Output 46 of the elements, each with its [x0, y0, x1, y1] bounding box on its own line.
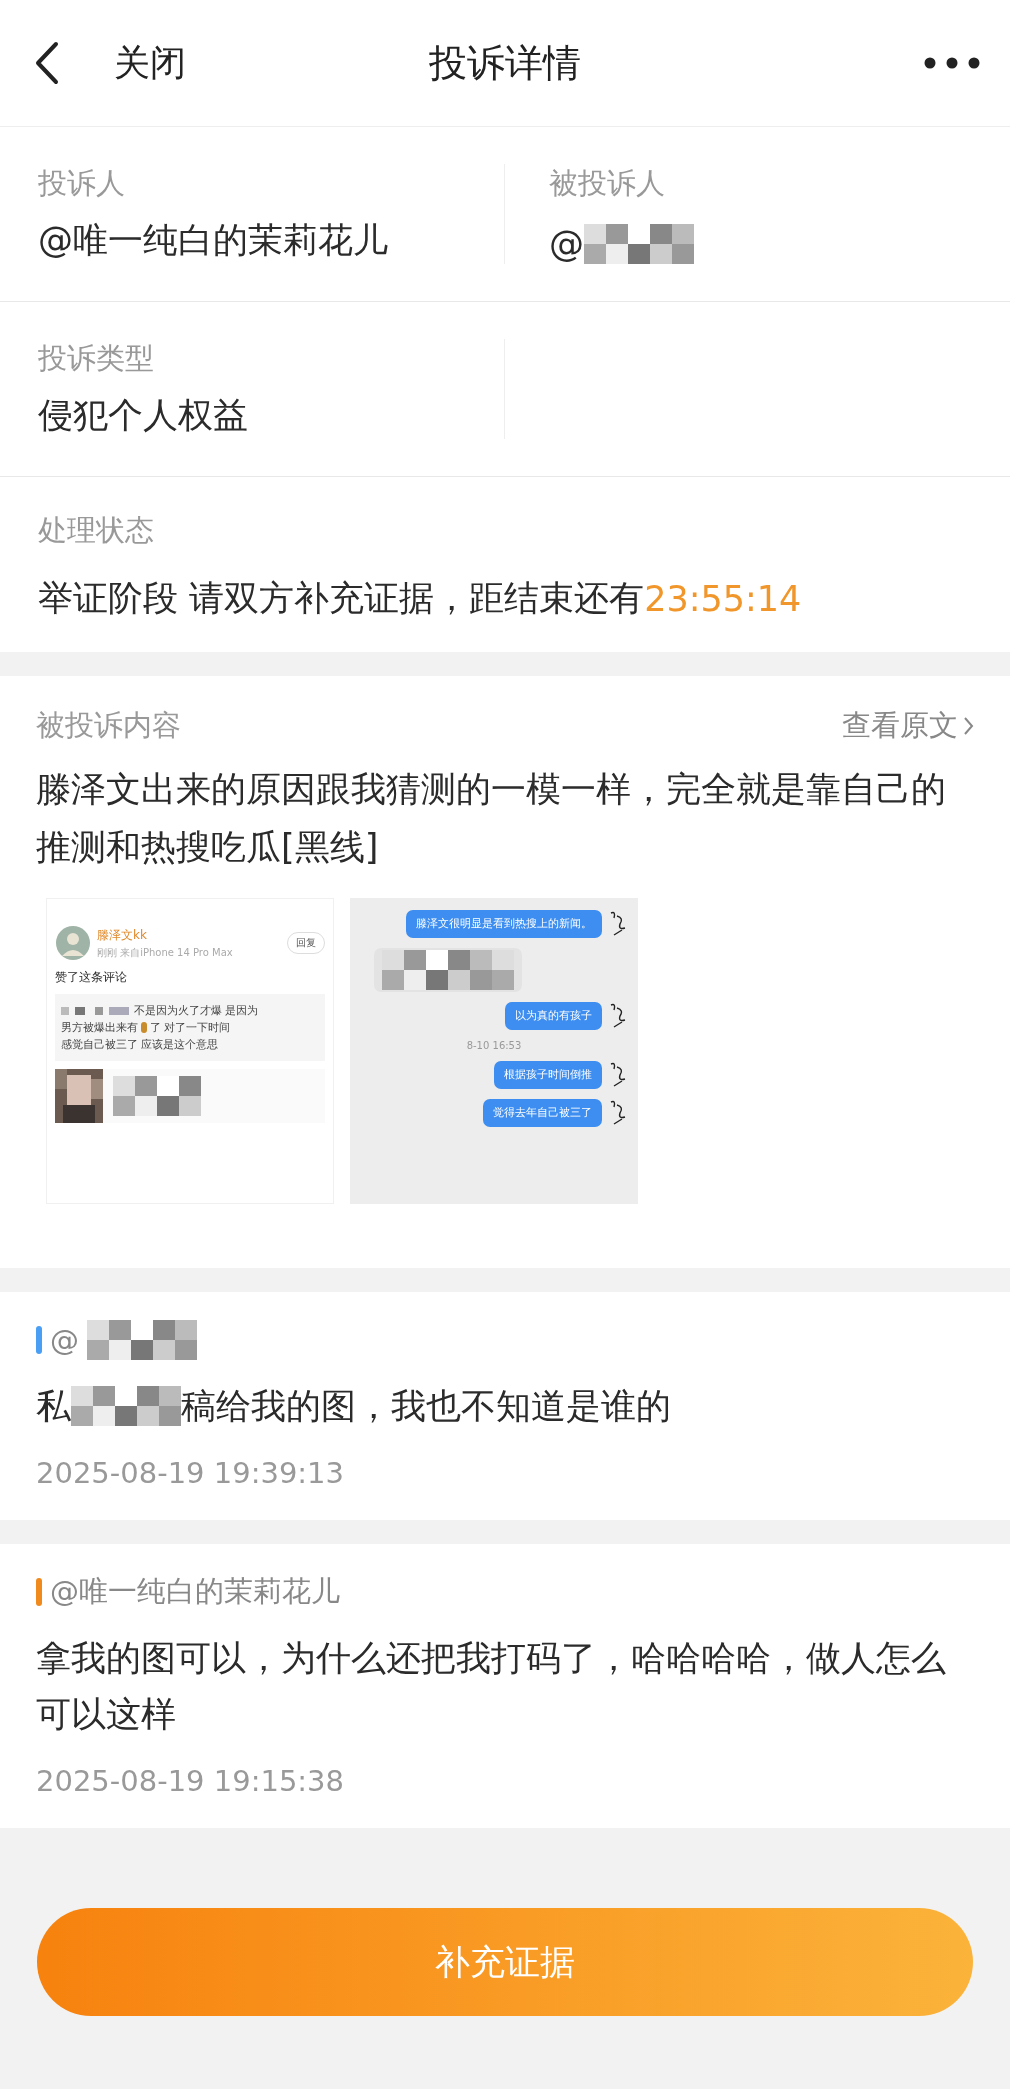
comment-author: @ — [50, 1323, 79, 1357]
comment-author: @唯一纯白的茉莉花儿 — [50, 1573, 340, 1610]
comment-time: 2025-08-19 19:39:13 — [36, 1456, 345, 1490]
signature-avatar-icon — [608, 910, 628, 936]
user-name: @ — [549, 224, 584, 264]
quoted-comment: 了 对了一下时间 — [150, 1020, 231, 1036]
comment-text: 拿我的图可以，为什么还把我打码了，哈哈哈哈，做人怎么可以这样 — [36, 1637, 947, 1736]
chat-bubble: 觉得去年自己被三了 — [483, 1099, 602, 1127]
comment-text: 私 — [36, 1385, 71, 1428]
field-label: 投诉人 — [38, 165, 126, 202]
view-original-link[interactable]: 查看原文 — [842, 706, 958, 746]
chat-bubble: 以为真的有孩子 — [505, 1002, 602, 1030]
signature-avatar-icon — [608, 1002, 628, 1028]
quoted-comment: 感觉自己被三了 应该是这个意思 — [61, 1037, 219, 1053]
section-label: 被投诉内容 — [36, 707, 181, 744]
countdown: 23:55:14 — [644, 578, 802, 619]
signature-avatar-icon — [608, 1099, 628, 1125]
add-evidence-button[interactable]: 补充证据 — [37, 1908, 973, 2016]
poster-name: 滕泽文kk — [97, 926, 148, 944]
complaint-content: 滕泽文出来的原因跟我猜测的一模一样，完全就是靠自己的推测和热搜吃瓜[黑线] — [36, 768, 947, 869]
close-button[interactable]: 关闭 — [114, 38, 186, 88]
post-action: 赞了这条评论 — [55, 969, 128, 986]
field-label: 处理状态 — [38, 512, 155, 549]
chat-bubble: 根据孩子时间倒推 — [494, 1061, 602, 1089]
signature-avatar-icon — [608, 1061, 628, 1087]
quoted-comment: 男方被爆出来有 — [61, 1020, 138, 1036]
user-name: @唯一纯白的茉莉花儿 — [38, 219, 388, 262]
screenshot-thumbnail[interactable]: 滕泽文很明显是看到热搜上的新闻。 以为真的有孩子 8-10 16:53 根据孩子时间倒推 觉得去年自己被三了 — [350, 898, 638, 1204]
field-label: 投诉类型 — [38, 340, 155, 377]
field-label: 被投诉人 — [549, 165, 666, 202]
quoted-comment: 不是因为火了才爆 是因为 — [134, 1003, 259, 1019]
comment-time: 2025-08-19 19:15:38 — [36, 1764, 345, 1798]
back-icon[interactable] — [34, 41, 60, 85]
comment-text: 稿给我的图，我也不知道是谁的 — [181, 1385, 671, 1428]
chevron-right-icon — [964, 717, 974, 735]
complaint-type: 侵犯个人权益 — [38, 394, 249, 437]
screenshot-thumbnail[interactable]: 滕泽文kk 刚刚 来自iPhone 14 Pro Max 回复 赞了这条评论 不是因为火了才爆 是因为 男方被爆出来有 了 对了一下时间 感觉自己被三了 应该是这个意思 — [46, 898, 334, 1204]
avatar-icon — [55, 925, 91, 961]
emoji-icon — [141, 1022, 147, 1033]
chat-bubble: 滕泽文很明显是看到热搜上的新闻。 — [406, 910, 602, 938]
more-icon[interactable] — [924, 57, 980, 69]
chat-time: 8-10 16:53 — [465, 1040, 523, 1051]
post-meta: 刚刚 来自iPhone 14 Pro Max — [97, 945, 233, 960]
status-text: 举证阶段 请双方补充证据，距结束还有 — [38, 577, 645, 620]
mosaic-drawing — [61, 1005, 131, 1016]
page-title: 投诉详情 — [429, 39, 581, 87]
